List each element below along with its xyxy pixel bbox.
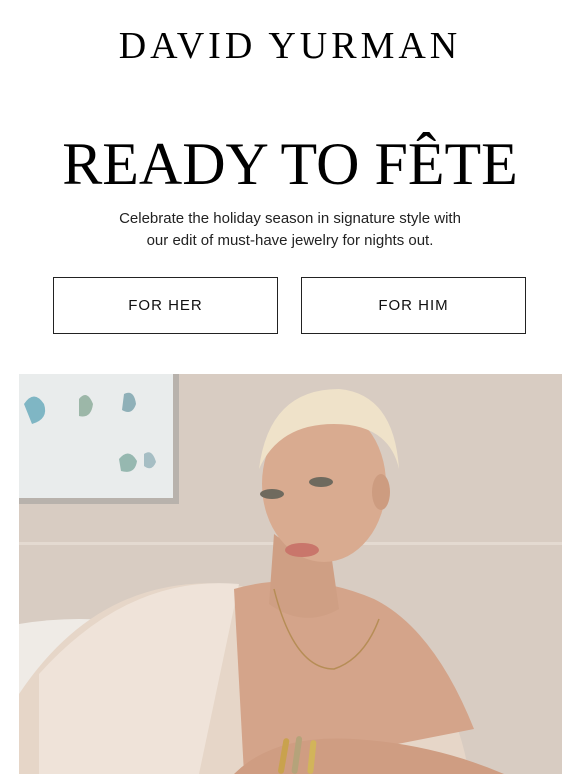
subcopy-line-2: our edit of must-have jewelry for nights… — [146, 232, 434, 249]
subcopy-line-1: Celebrate the holiday season in signatur… — [119, 210, 461, 227]
hero-image[interactable] — [19, 374, 562, 774]
for-her-button[interactable]: FOR HER — [53, 277, 278, 334]
artwork-frame — [19, 374, 179, 504]
hero-photo-illustration — [19, 374, 562, 774]
headline: READY TO FÊTE — [62, 131, 518, 197]
brand-logo[interactable]: DAVID YURMAN — [0, 26, 580, 66]
subcopy: Celebrate the holiday season in signatur… — [60, 208, 520, 252]
for-him-button[interactable]: FOR HIM — [301, 277, 526, 334]
